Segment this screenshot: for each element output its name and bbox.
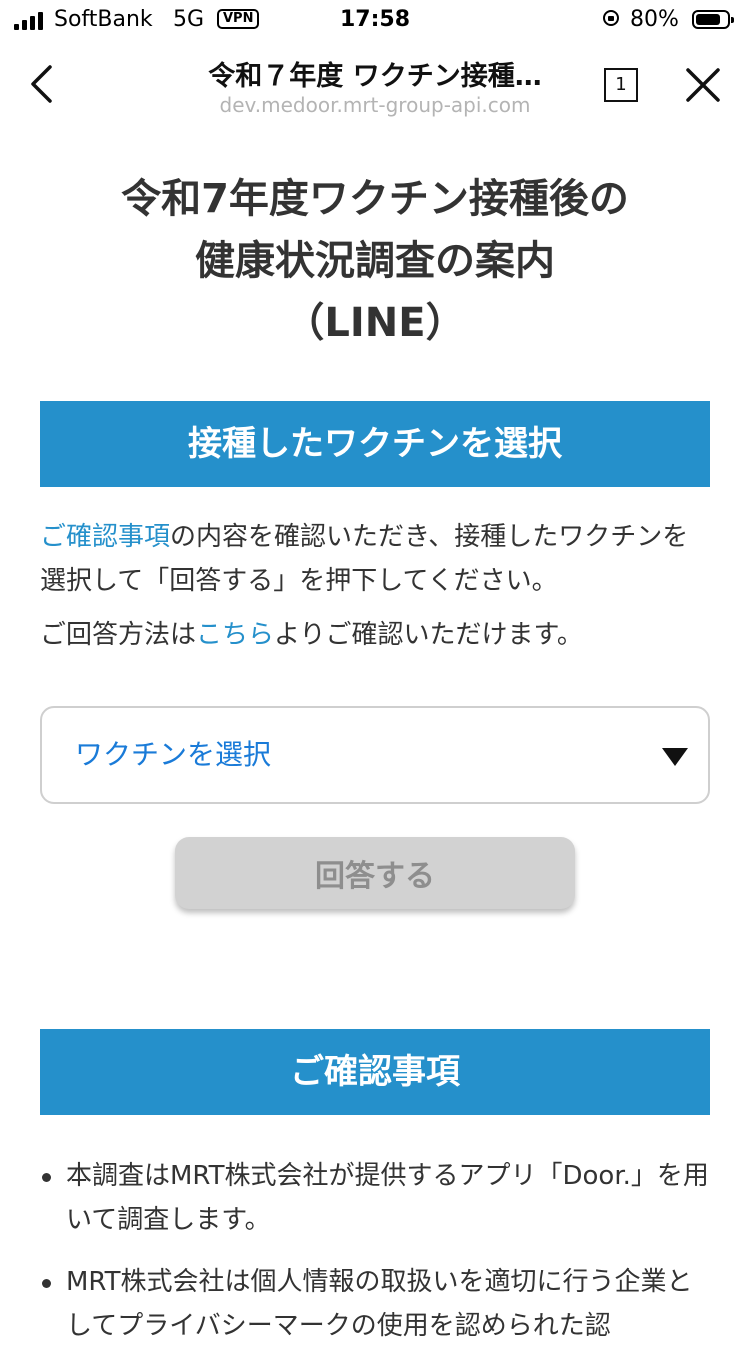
intro-text: ご確認事項の内容を確認いただき、接種したワクチンを選択して「回答する」を押下して… bbox=[40, 515, 710, 603]
browser-page-title: 令和７年度 ワクチン接種… bbox=[208, 61, 542, 92]
answer-method-before: ご回答方法は bbox=[40, 620, 197, 650]
select-vaccine-heading: 接種したワクチンを選択 bbox=[40, 401, 710, 487]
battery-percent: 80% bbox=[630, 7, 679, 32]
close-icon[interactable] bbox=[682, 64, 724, 106]
browser-url: dev.medoor.mrt-group-api.com bbox=[219, 93, 531, 117]
battery-fill bbox=[696, 14, 720, 25]
page-title-line-1: 令和7年度ワクチン接種後の bbox=[121, 176, 629, 222]
list-item: MRT株式会社は個人情報の取扱いを適切に行う企業としてプライバシーマークの使用を… bbox=[40, 1260, 710, 1348]
browser-header: 令和７年度 ワクチン接種… dev.medoor.mrt-group-api.c… bbox=[0, 40, 750, 130]
page-title-line-2: 健康状況調査の案内 bbox=[195, 238, 555, 284]
confirm-items-link[interactable]: ご確認事項 bbox=[40, 522, 170, 552]
list-item: 本調査はMRT株式会社が提供するアプリ「Door.」を用いて調査します。 bbox=[40, 1154, 710, 1242]
confirm-items-heading: ご確認事項 bbox=[40, 1029, 710, 1115]
submit-answer-button[interactable]: 回答する bbox=[175, 837, 575, 909]
page-title-line-3: （LINE） bbox=[284, 300, 466, 346]
tabs-icon[interactable]: 1 bbox=[604, 68, 638, 102]
battery-icon bbox=[692, 10, 734, 29]
orientation-lock-icon bbox=[603, 10, 619, 26]
answer-method-text: ご回答方法はこちらよりご確認いただけます。 bbox=[40, 613, 710, 657]
dropdown-arrow-icon bbox=[662, 748, 688, 766]
answer-method-link[interactable]: こちら bbox=[196, 620, 274, 650]
page-title: 令和7年度ワクチン接種後の 健康状況調査の案内 （LINE） bbox=[40, 168, 710, 354]
back-icon[interactable] bbox=[28, 62, 68, 106]
status-bar: SoftBank 5G VPN 17:58 80% bbox=[0, 0, 750, 40]
answer-method-after: よりご確認いただけます。 bbox=[274, 620, 583, 650]
vaccine-select-label: ワクチンを選択 bbox=[75, 738, 272, 771]
confirm-items-list: 本調査はMRT株式会社が提供するアプリ「Door.」を用いて調査します。 MRT… bbox=[40, 1154, 710, 1366]
vaccine-select[interactable]: ワクチンを選択 bbox=[40, 706, 710, 804]
